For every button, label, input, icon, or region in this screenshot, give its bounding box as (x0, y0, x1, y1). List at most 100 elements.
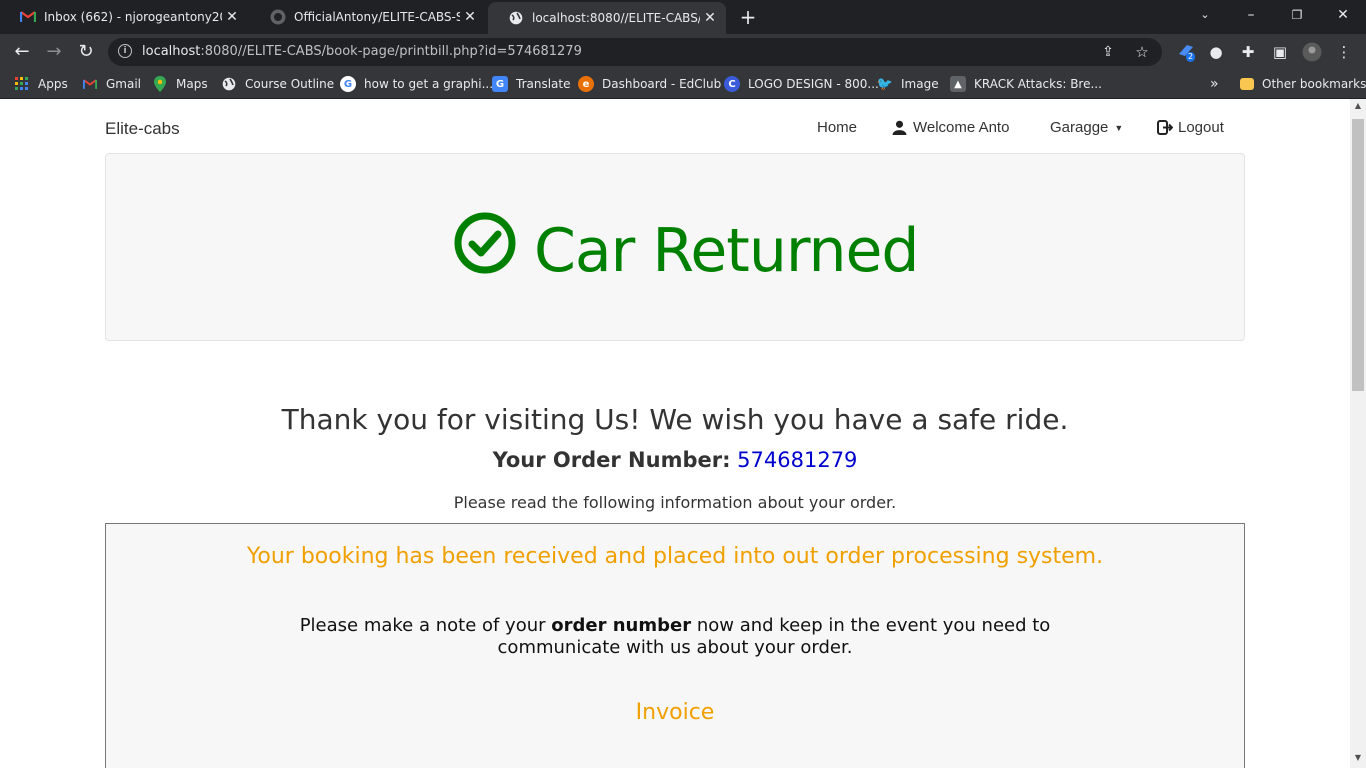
scrollbar-thumb[interactable] (1352, 119, 1364, 391)
bookmark-gmail[interactable]: Gmail (82, 75, 141, 93)
apps-grid-icon (14, 76, 30, 92)
github-icon (270, 9, 286, 25)
tab-close-icon[interactable]: ✕ (222, 9, 242, 25)
scroll-up-arrow-icon[interactable]: ▲ (1350, 99, 1366, 113)
nav-home[interactable]: Home (817, 119, 857, 136)
bookmark-course-outline[interactable]: Course Outline (221, 75, 334, 93)
tab-title: localhost:8080//ELITE-CABS/book-p (532, 11, 700, 25)
profile-avatar[interactable] (1302, 42, 1322, 62)
site-brand[interactable]: Elite-cabs (105, 119, 180, 139)
bookmark-star-icon[interactable]: ☆ (1132, 42, 1152, 62)
new-tab-plus-icon[interactable]: + (737, 6, 759, 28)
status-banner: Car Returned (105, 153, 1245, 341)
minimize-icon[interactable]: – (1228, 0, 1274, 30)
nav-welcome[interactable]: Welcome Anto (892, 119, 1009, 136)
order-number-line: Your Order Number: 574681279 (0, 448, 1350, 472)
side-panel-icon[interactable]: ▣ (1270, 42, 1290, 62)
twitter-icon: 🐦 (876, 76, 894, 92)
tab-title: OfficialAntony/ELITE-CABS-SYSTE (294, 10, 460, 24)
globe-icon (508, 10, 524, 26)
browser-toolbar: ← → ↻ i localhost:8080//ELITE-CABS/book-… (0, 34, 1366, 70)
url-path: :8080//ELITE-CABS/book-page/printbill.ph… (200, 44, 582, 59)
tab-close-icon[interactable]: ✕ (700, 10, 720, 26)
translate-icon: G (492, 76, 508, 92)
order-info-panel: Your booking has been received and place… (105, 523, 1245, 768)
menu-kebab-icon[interactable]: ⋮ (1334, 42, 1354, 62)
bookmark-label: Other bookmarks (1262, 77, 1366, 91)
welcome-label: Welcome Anto (913, 119, 1010, 136)
bookmark-krack[interactable]: ▲ KRACK Attacks: Bre... (950, 75, 1102, 93)
bookmark-apps[interactable]: Apps (14, 75, 68, 93)
google-icon: G (340, 76, 356, 92)
order-note: Please make a note of your order number … (246, 615, 1104, 659)
caret-down-icon: ▼ (1114, 122, 1124, 133)
extension-mask-icon[interactable]: ● (1206, 42, 1226, 62)
tab-title: Inbox (662) - njorogeantony2020@ (44, 10, 222, 24)
bookmark-maps[interactable]: Maps (152, 75, 208, 93)
bookmark-label: Course Outline (245, 77, 335, 91)
booking-received-message: Your booking has been received and place… (246, 544, 1104, 569)
bookmark-google-search[interactable]: Ghow to get a graphi... (340, 75, 493, 93)
logout-label: Logout (1178, 119, 1224, 136)
thank-you-message: Thank you for visiting Us! We wish you h… (281, 403, 1069, 436)
garage-label: Garagge (1050, 119, 1109, 136)
web-page: Elite-cabs Home Welcome Anto Garagge ▼ L… (0, 99, 1350, 768)
check-circle-icon (454, 212, 516, 274)
tab-close-icon[interactable]: ✕ (460, 9, 480, 25)
bookmark-label: Apps (38, 77, 68, 91)
more-bookmarks-chevron-icon[interactable]: » (1210, 75, 1219, 93)
bookmark-label: KRACK Attacks: Bre... (974, 77, 1102, 91)
bookmarks-bar: Apps Gmail Maps Course Outline Ghow to g… (0, 70, 1366, 99)
bookmark-image[interactable]: 🐦 Image (877, 75, 939, 93)
maps-icon (152, 76, 168, 92)
tab-localhost[interactable]: localhost:8080//ELITE-CABS/book-p ✕ (488, 2, 726, 34)
read-info-text: Please read the following information ab… (453, 493, 897, 512)
globe-icon (221, 76, 237, 92)
address-bar[interactable]: i localhost:8080//ELITE-CABS/book-page/p… (108, 38, 1162, 66)
bookmark-label: Translate (516, 77, 571, 91)
tab-strip: Inbox (662) - njorogeantony2020@ ✕ Offic… (0, 0, 1366, 34)
extension-badge: 2 (1186, 52, 1196, 62)
order-number-value: 574681279 (737, 448, 858, 472)
bookmark-label: LOGO DESIGN - 800... (748, 77, 879, 91)
nav-logout[interactable]: Logout (1157, 119, 1224, 136)
bookmark-label: Maps (176, 77, 208, 91)
krack-icon: ▲ (950, 76, 966, 92)
url-text[interactable]: localhost:8080//ELITE-CABS/book-page/pri… (142, 44, 582, 59)
invoice-heading: Invoice (635, 700, 715, 725)
order-number-label: Your Order Number: (492, 448, 731, 472)
bookmark-other[interactable]: Other bookmarks (1240, 75, 1366, 93)
restore-icon[interactable]: ❐ (1274, 0, 1320, 30)
user-icon (892, 120, 907, 135)
tab-github[interactable]: OfficialAntony/ELITE-CABS-SYSTE ✕ (250, 0, 486, 34)
site-info-icon[interactable]: i (118, 44, 132, 58)
scroll-down-arrow-icon[interactable]: ▼ (1350, 751, 1366, 765)
reload-icon[interactable]: ↻ (74, 40, 98, 64)
forward-arrow-icon[interactable]: → (42, 40, 66, 64)
banner-title: Car Returned (534, 216, 920, 286)
c-logo-icon: C (724, 76, 740, 92)
bookmark-edclub[interactable]: e Dashboard - EdClub (578, 75, 721, 93)
tab-gmail-inbox[interactable]: Inbox (662) - njorogeantony2020@ ✕ (0, 0, 248, 34)
nav-garage-dropdown[interactable]: Garagge ▼ (1050, 119, 1123, 136)
bookmark-label: how to get a graphi... (364, 77, 494, 91)
bookmark-translate[interactable]: G Translate (492, 75, 571, 93)
edclub-icon: e (578, 76, 594, 92)
url-host: localhost (142, 44, 201, 59)
share-icon[interactable]: ⇪ (1098, 42, 1118, 62)
bookmark-label: Image (901, 77, 939, 91)
tab-search-chevron-icon[interactable]: ⌄ (1182, 0, 1228, 30)
logout-icon (1157, 120, 1173, 135)
page-scrollbar[interactable]: ▲ ▼ (1350, 99, 1366, 768)
back-arrow-icon[interactable]: ← (10, 40, 34, 64)
note-text: Please make a note of your (299, 615, 552, 636)
bookmark-logo-design[interactable]: C LOGO DESIGN - 800... (724, 75, 879, 93)
extension-bird-icon[interactable]: 2 (1176, 42, 1196, 62)
folder-icon (1240, 78, 1254, 90)
close-window-icon[interactable]: ✕ (1320, 0, 1366, 30)
bookmark-label: Dashboard - EdClub (602, 77, 722, 91)
bookmark-label: Gmail (106, 77, 142, 91)
gmail-icon (20, 9, 36, 25)
extensions-puzzle-icon[interactable]: ✚ (1238, 42, 1258, 62)
note-bold-text: order number (551, 615, 692, 636)
